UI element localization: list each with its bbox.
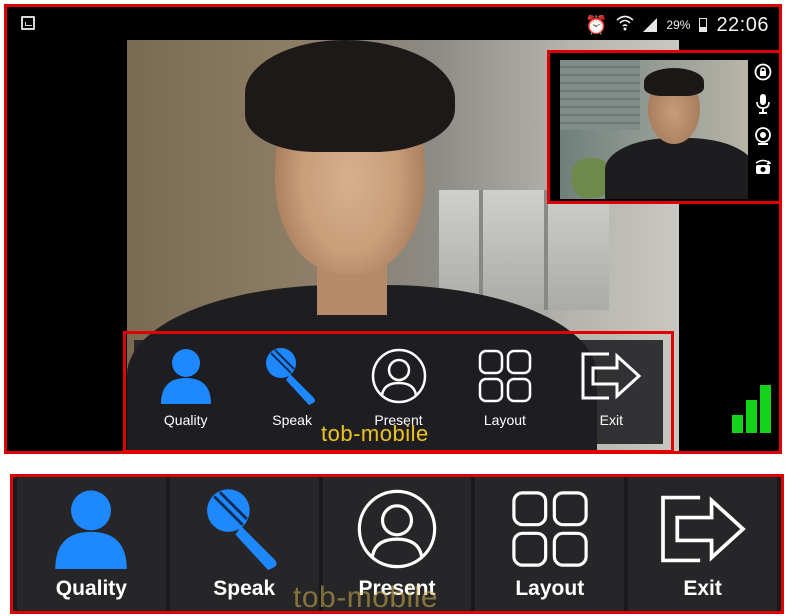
pip-blinds: [560, 60, 640, 130]
microphone-icon: [240, 342, 343, 410]
alarm-icon: ⏰: [584, 15, 608, 35]
pip-hair: [644, 68, 704, 96]
signal-bar: [760, 385, 771, 433]
toolbar-zoom: Quality Speak Present Layout Exit tob-mo…: [10, 474, 784, 614]
watermark-text: tob-mobile: [321, 421, 429, 446]
quality-label: Quality: [163, 412, 208, 428]
exit-icon: [628, 481, 777, 577]
network-strength-indicator: [732, 383, 779, 433]
wifi-icon: [616, 15, 634, 36]
person-icon: [17, 481, 166, 577]
webcam-icon[interactable]: [752, 125, 774, 147]
participant-hair: [245, 40, 455, 152]
microphone-icon[interactable]: [752, 93, 774, 115]
self-view-controls: [751, 61, 775, 179]
exit-label: Exit: [683, 577, 722, 600]
screenshot-icon: [21, 16, 35, 30]
battery-percent: 29%: [666, 18, 691, 32]
exit-button-zoom[interactable]: Exit: [628, 477, 777, 611]
status-time: 22:06: [716, 13, 769, 36]
quality-button-zoom[interactable]: Quality: [17, 477, 166, 611]
presenter-icon: [347, 342, 450, 410]
self-view-video[interactable]: [560, 60, 748, 199]
signal-bar: [732, 415, 743, 433]
person-icon: [134, 342, 237, 410]
camera-privacy-icon[interactable]: [752, 61, 774, 83]
quality-label: Quality: [55, 577, 127, 600]
watermark-text: tob-mobile: [293, 581, 439, 614]
signal-bar: [746, 400, 757, 433]
pip-body: [605, 138, 748, 199]
status-icons: ⏰ 29% 22:06: [585, 13, 769, 37]
presenter-icon: [323, 481, 472, 577]
layout-grid-icon: [453, 342, 556, 410]
quality-button[interactable]: Quality: [134, 340, 238, 444]
microphone-icon: [170, 481, 319, 577]
layout-button[interactable]: Layout: [453, 340, 557, 444]
switch-camera-icon[interactable]: [752, 157, 774, 179]
battery-icon: [699, 18, 708, 32]
layout-grid-icon: [475, 481, 624, 577]
phone-screen: ⏰ 29% 22:06 Quality Speak Present Layout…: [4, 4, 782, 454]
layout-button-zoom[interactable]: Layout: [475, 477, 625, 611]
status-bar: ⏰ 29% 22:06: [7, 7, 779, 41]
self-view-panel[interactable]: [547, 50, 779, 204]
layout-label: Layout: [483, 412, 526, 428]
speak-label: Speak: [213, 577, 276, 600]
exit-button[interactable]: Exit: [559, 340, 664, 444]
exit-icon: [560, 342, 663, 410]
layout-label: Layout: [515, 577, 585, 600]
exit-label: Exit: [599, 412, 623, 428]
speak-label: Speak: [272, 412, 312, 428]
signal-icon: [643, 18, 658, 32]
